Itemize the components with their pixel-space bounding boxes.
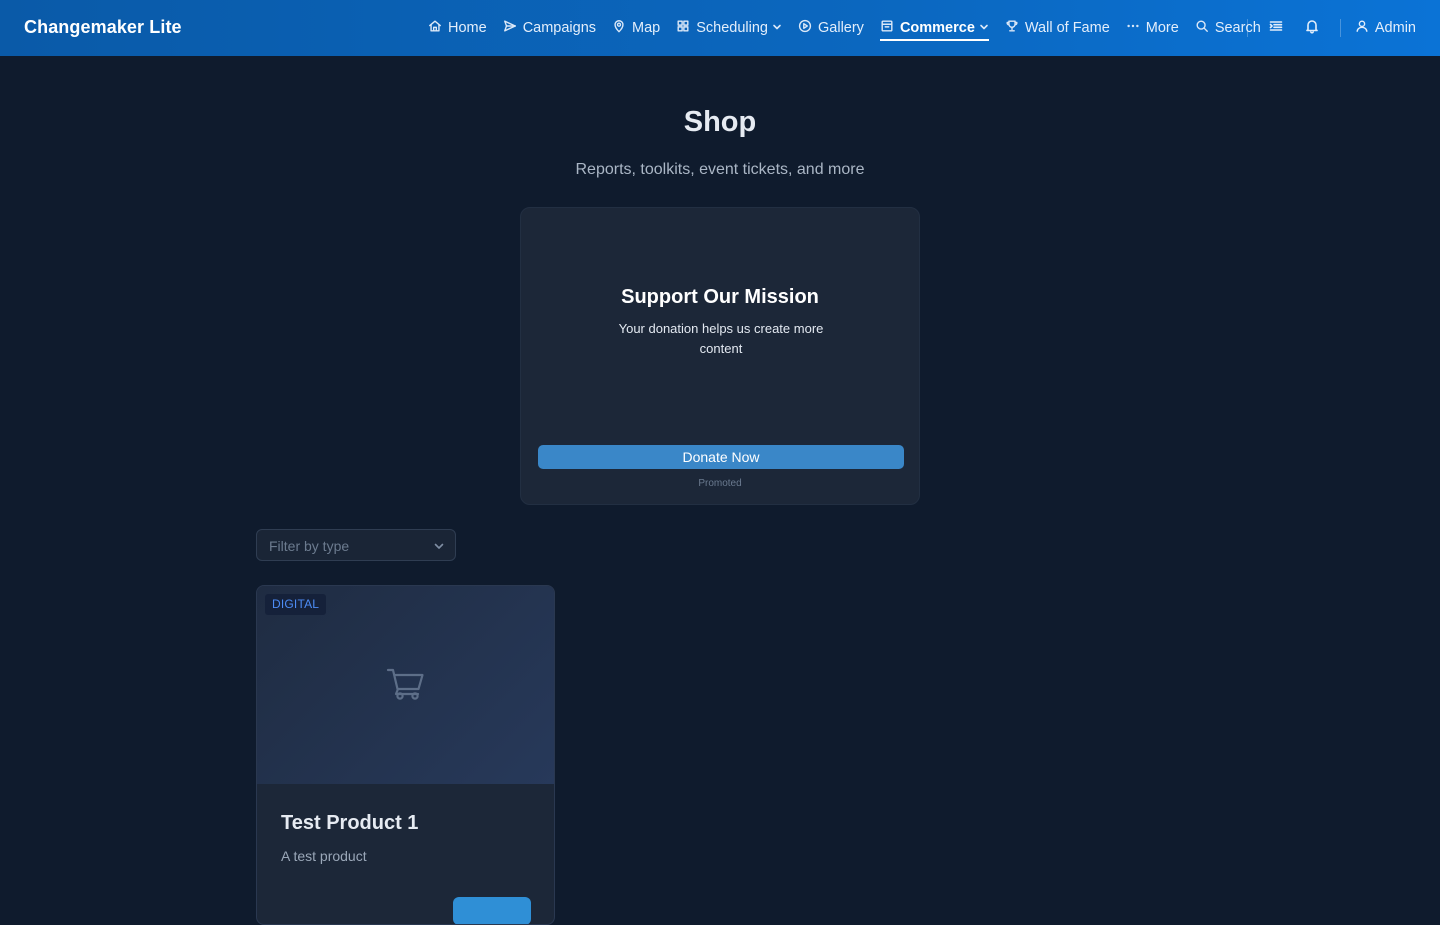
product-description: A test product bbox=[281, 848, 367, 864]
nav-gallery[interactable]: Gallery bbox=[790, 0, 872, 56]
product-title: Test Product 1 bbox=[281, 812, 419, 834]
user-menu[interactable]: Admin bbox=[1351, 19, 1440, 37]
nav-wall-of-fame[interactable]: Wall of Fame bbox=[997, 0, 1118, 56]
chevron-down-icon bbox=[980, 20, 989, 36]
promo-text: Your donation helps us create more conte… bbox=[618, 321, 824, 356]
notifications-button[interactable] bbox=[1294, 10, 1330, 46]
ellipsis-icon bbox=[1126, 19, 1140, 37]
filter-placeholder: Filter by type bbox=[269, 538, 350, 554]
product-card[interactable]: DIGITAL Test Product 1 A test product bbox=[256, 585, 555, 925]
product-image-placeholder: DIGITAL bbox=[257, 586, 554, 784]
map-pin-icon bbox=[612, 19, 626, 37]
donate-now-button[interactable]: Donate Now bbox=[538, 445, 904, 469]
promo-title: Support Our Mission bbox=[621, 286, 819, 308]
top-navbar: Changemaker Lite Home Campaigns Map Sche… bbox=[0, 0, 1440, 56]
nav-map[interactable]: Map bbox=[604, 0, 668, 56]
product-action-button[interactable] bbox=[453, 897, 531, 924]
app-brand[interactable]: Changemaker Lite bbox=[24, 17, 182, 38]
nav-home-label: Home bbox=[448, 20, 487, 36]
nav-commerce[interactable]: Commerce bbox=[872, 0, 997, 56]
filter-by-type-select[interactable]: Filter by type bbox=[256, 529, 456, 561]
nav-commerce-label: Commerce bbox=[899, 20, 975, 36]
send-icon bbox=[503, 19, 517, 37]
nav-gallery-label: Gallery bbox=[818, 20, 864, 36]
nav-more-label: More bbox=[1145, 20, 1179, 36]
product-type-badge: DIGITAL bbox=[265, 594, 327, 615]
menu-toggle-button[interactable] bbox=[1258, 10, 1294, 46]
chevron-down-icon bbox=[773, 20, 782, 36]
nav-divider bbox=[1339, 19, 1341, 37]
bell-icon bbox=[1304, 18, 1320, 39]
nav-map-label: Map bbox=[632, 20, 661, 36]
trophy-icon bbox=[1005, 19, 1019, 37]
list-indent-icon bbox=[1268, 18, 1284, 39]
main-nav: Home Campaigns Map Scheduling Gallery Co… bbox=[420, 0, 1269, 56]
search-icon bbox=[1195, 19, 1209, 37]
nav-scheduling-label: Scheduling bbox=[696, 20, 768, 36]
page-subtitle: Reports, toolkits, event tickets, and mo… bbox=[575, 161, 865, 178]
user-menu-label: Admin bbox=[1374, 20, 1416, 36]
user-icon bbox=[1355, 19, 1369, 37]
nav-home[interactable]: Home bbox=[420, 0, 495, 56]
shopping-cart-icon bbox=[386, 666, 426, 702]
nav-divider bbox=[1246, 19, 1248, 37]
shop-icon bbox=[880, 19, 894, 37]
home-icon bbox=[428, 19, 442, 37]
page-title: Shop bbox=[683, 106, 757, 138]
nav-wall-of-fame-label: Wall of Fame bbox=[1024, 20, 1110, 36]
promo-card: Support Our Mission Your donation helps … bbox=[520, 207, 920, 505]
nav-right-actions: Admin bbox=[1237, 0, 1440, 56]
grid-icon bbox=[676, 19, 690, 37]
nav-campaigns-label: Campaigns bbox=[522, 20, 597, 36]
promoted-label: Promoted bbox=[698, 478, 742, 489]
play-circle-icon bbox=[798, 19, 812, 37]
nav-campaigns[interactable]: Campaigns bbox=[495, 0, 604, 56]
nav-scheduling[interactable]: Scheduling bbox=[668, 0, 790, 56]
nav-more[interactable]: More bbox=[1118, 0, 1187, 56]
